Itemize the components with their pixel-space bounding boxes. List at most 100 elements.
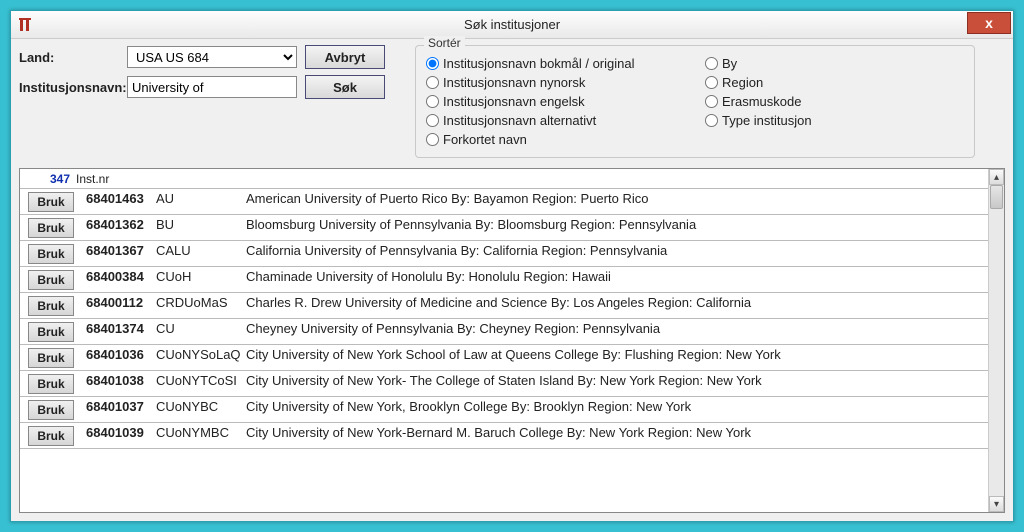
institution-code: CUoNYBC [156,399,246,414]
institution-description: American University of Puerto Rico By: B… [246,191,980,207]
search-controls: Land: USA US 684 Avbryt Institusjonsnavn… [19,45,1005,158]
sort-radio[interactable] [705,76,718,89]
sort-option-label: Institusjonsnavn alternativt [443,113,596,128]
institution-id: 68400112 [82,295,156,310]
institution-id: 68401362 [82,217,156,232]
sort-option[interactable]: Institusjonsnavn bokmål / original [426,56,685,71]
institution-code: CUoH [156,269,246,284]
sort-option[interactable]: By [705,56,964,71]
table-row: Bruk 68401039CUoNYMBCCity University of N… [20,423,988,449]
sort-option-label: Type institusjon [722,113,812,128]
institution-description: Bloomsburg University of Pennsylvania By… [246,217,980,233]
use-button[interactable]: Bruk [28,218,74,238]
use-button[interactable]: Bruk [28,244,74,264]
table-row: Bruk 68400112CRDUoMaSCharles R. Drew Univ… [20,293,988,319]
sort-radio[interactable] [426,76,439,89]
sort-option-label: Institusjonsnavn bokmål / original [443,56,635,71]
institution-id: 68401374 [82,321,156,336]
sort-option[interactable]: Institusjonsnavn nynorsk [426,75,685,90]
country-label: Land: [19,50,119,65]
window-title: Søk institusjoner [11,17,1013,32]
institution-name-input[interactable] [127,76,297,98]
table-row: Bruk 68400384CUoHChaminade University of … [20,267,988,293]
institution-code: CALU [156,243,246,258]
institution-id: 68401367 [82,243,156,258]
scroll-up-icon[interactable]: ▴ [989,169,1004,185]
institution-id: 68400384 [82,269,156,284]
use-button[interactable]: Bruk [28,426,74,446]
cancel-button[interactable]: Avbryt [305,45,385,69]
results-body: Bruk 68401463AUAmerican University of Pue… [20,189,988,512]
use-button[interactable]: Bruk [28,400,74,420]
sort-radio[interactable] [426,133,439,146]
institution-description: City University of New York, Brooklyn Co… [246,399,980,415]
institution-code: CUoNYMBC [156,425,246,440]
table-row: Bruk 68401362BUBloomsburg University of P… [20,215,988,241]
results-panel: 347 Inst.nr Bruk 68401463AUAmerican Unive… [19,168,1005,513]
use-button[interactable]: Bruk [28,192,74,212]
sort-radio[interactable] [705,95,718,108]
institution-code: CRDUoMaS [156,295,246,310]
results-count: 347 [32,172,76,186]
sort-radio[interactable] [426,57,439,70]
institution-id: 68401463 [82,191,156,206]
table-row: Bruk 68401463AUAmerican University of Pue… [20,189,988,215]
sort-option-label: Institusjonsnavn nynorsk [443,75,585,90]
sort-option[interactable] [705,132,964,147]
institution-name-label: Institusjonsnavn: [19,80,119,95]
sort-option[interactable]: Type institusjon [705,113,964,128]
search-button[interactable]: Søk [305,75,385,99]
table-row: Bruk 68401367CALUCalifornia University of… [20,241,988,267]
sort-option[interactable]: Institusjonsnavn alternativt [426,113,685,128]
table-row: Bruk 68401037CUoNYBCCity University of Ne… [20,397,988,423]
use-button[interactable]: Bruk [28,374,74,394]
institution-description: California University of Pennsylvania By… [246,243,980,259]
sort-option-label: By [722,56,737,71]
sort-legend: Sortér [424,36,465,50]
sort-radio[interactable] [426,114,439,127]
use-button[interactable]: Bruk [28,270,74,290]
institution-description: Cheyney University of Pennsylvania By: C… [246,321,980,337]
sort-option[interactable]: Forkortet navn [426,132,685,147]
institution-id: 68401036 [82,347,156,362]
institution-code: AU [156,191,246,206]
use-button[interactable]: Bruk [28,322,74,342]
scroll-thumb[interactable] [990,185,1003,209]
scrollbar[interactable]: ▴ ▾ [988,169,1004,512]
institution-description: Charles R. Drew University of Medicine a… [246,295,980,311]
sort-groupbox: Sortér Institusjonsnavn bokmål / origina… [415,45,975,158]
sort-option-label: Forkortet navn [443,132,527,147]
sort-option[interactable]: Erasmuskode [705,94,964,109]
table-row: Bruk 68401374CUCheyney University of Penn… [20,319,988,345]
use-button[interactable]: Bruk [28,296,74,316]
institution-description: City University of New York School of La… [246,347,980,363]
institution-id: 68401037 [82,399,156,414]
instnr-header: Inst.nr [76,172,109,186]
close-button[interactable]: x [967,12,1011,34]
app-icon [17,17,33,33]
sort-option[interactable]: Institusjonsnavn engelsk [426,94,685,109]
dialog-window: Søk institusjoner x Land: USA US 684 Avb… [10,10,1014,522]
sort-radio[interactable] [705,114,718,127]
use-button[interactable]: Bruk [28,348,74,368]
sort-option-label: Region [722,75,763,90]
institution-code: BU [156,217,246,232]
content-area: Land: USA US 684 Avbryt Institusjonsnavn… [11,39,1013,521]
titlebar: Søk institusjoner x [11,11,1013,39]
institution-code: CUoNYSoLaQ [156,347,246,362]
sort-radio[interactable] [705,57,718,70]
scroll-down-icon[interactable]: ▾ [989,496,1004,512]
form-area: Land: USA US 684 Avbryt Institusjonsnavn… [19,45,385,99]
close-icon: x [985,15,993,31]
table-row: Bruk 68401036CUoNYSoLaQCity University of… [20,345,988,371]
institution-id: 68401039 [82,425,156,440]
institution-description: Chaminade University of Honolulu By: Hon… [246,269,980,285]
table-row: Bruk68401038CUoNYTCoSICity University of… [20,371,988,397]
institution-description: City University of New York-Bernard M. B… [246,425,980,441]
sort-option-label: Erasmuskode [722,94,801,109]
sort-option[interactable]: Region [705,75,964,90]
sort-radio[interactable] [426,95,439,108]
institution-code: CU [156,321,246,336]
results-header: 347 Inst.nr [20,169,1004,189]
country-select[interactable]: USA US 684 [127,46,297,68]
